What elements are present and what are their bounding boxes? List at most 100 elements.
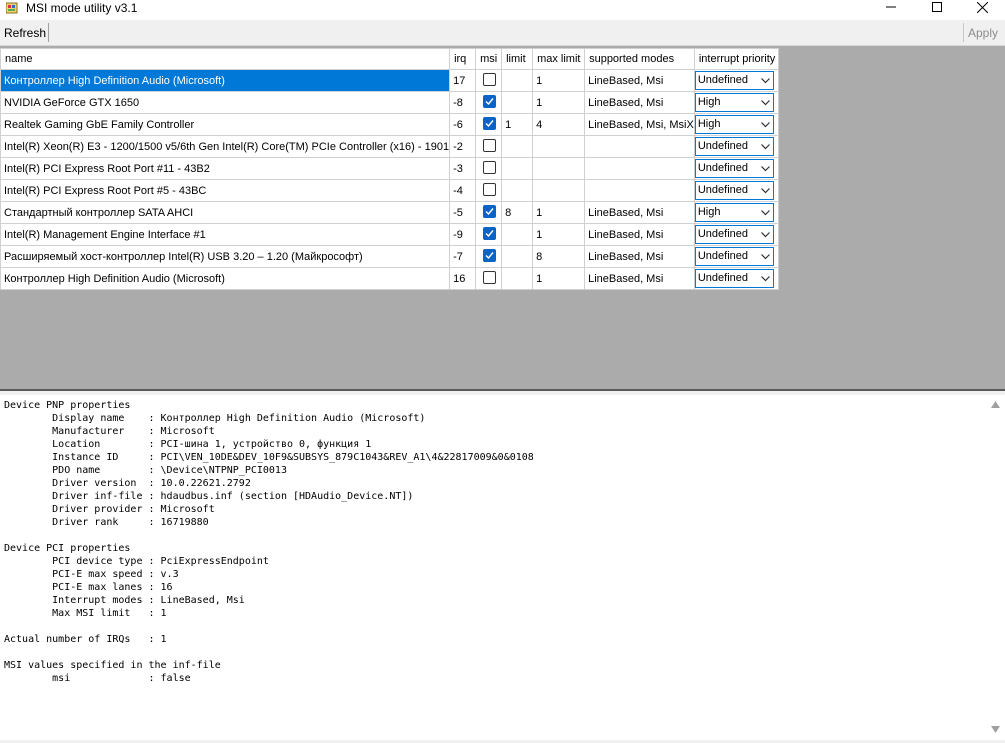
interrupt-priority-dropdown[interactable]: Undefined — [695, 159, 774, 178]
device-name-cell[interactable]: Контроллер High Definition Audio (Micros… — [0, 69, 451, 92]
msi-checkbox[interactable] — [483, 117, 497, 130]
limit-cell[interactable] — [501, 245, 534, 268]
device-name-cell[interactable]: Стандартный контроллер SATA AHCI — [0, 201, 451, 224]
device-name-cell[interactable]: NVIDIA GeForce GTX 1650 — [0, 91, 451, 114]
limit-cell[interactable] — [501, 267, 534, 290]
msi-checkbox[interactable] — [483, 183, 497, 196]
column-header-interrupt-priority[interactable]: interrupt priority — [693, 48, 779, 70]
table-row[interactable]: Контроллер High Definition Audio (Micros… — [0, 69, 779, 92]
table-row[interactable]: Intel(R) Management Engine Interface #1-… — [0, 223, 779, 246]
max-limit-cell: 4 — [532, 113, 586, 136]
msi-checkbox[interactable] — [483, 139, 497, 152]
interrupt-priority-cell: Undefined — [693, 245, 779, 268]
close-button[interactable] — [959, 0, 1005, 16]
msi-checkbox[interactable] — [483, 205, 497, 218]
apply-button[interactable]: Apply — [968, 25, 998, 41]
device-name-cell[interactable]: Intel(R) Management Engine Interface #1 — [0, 223, 451, 246]
msi-checkbox[interactable] — [483, 249, 497, 262]
interrupt-priority-dropdown[interactable]: Undefined — [695, 269, 774, 288]
irq-cell: -3 — [449, 157, 477, 180]
msi-checkbox[interactable] — [483, 161, 497, 174]
irq-cell: -4 — [449, 179, 477, 202]
msi-checkbox[interactable] — [483, 95, 497, 108]
maximize-button[interactable] — [914, 0, 960, 16]
column-header-irq[interactable]: irq — [449, 48, 477, 70]
supported-modes-cell: LineBased, Msi — [584, 69, 695, 92]
interrupt-priority-dropdown[interactable]: Undefined — [695, 71, 774, 90]
chevron-down-icon — [760, 144, 770, 150]
table-row[interactable]: Intel(R) PCI Express Root Port #5 - 43BC… — [0, 179, 779, 202]
column-header-supported-modes[interactable]: supported modes — [584, 48, 695, 70]
limit-cell[interactable] — [501, 91, 534, 114]
msi-checkbox[interactable] — [483, 271, 497, 284]
column-header-limit[interactable]: limit — [501, 48, 534, 70]
property-line: msi : false — [4, 673, 191, 684]
minimize-button[interactable] — [868, 0, 914, 16]
details-scrollbar[interactable] — [986, 395, 1005, 740]
column-header-msi[interactable]: msi — [475, 48, 503, 70]
interrupt-priority-cell: High — [693, 91, 779, 114]
device-name-cell[interactable]: Intel(R) PCI Express Root Port #11 - 43B… — [0, 157, 451, 180]
table-row[interactable]: Стандартный контроллер SATA AHCI -5 8 1 Line… — [0, 201, 779, 224]
scroll-up-icon[interactable] — [991, 401, 1000, 408]
table-row[interactable]: NVIDIA GeForce GTX 1650 -8 1 LineBased, Msi… — [0, 91, 779, 114]
table-row[interactable]: Контроллер High Definition Audio (Micros… — [0, 267, 779, 290]
supported-modes-cell: LineBased, Msi — [584, 245, 695, 268]
interrupt-priority-dropdown[interactable]: Undefined — [695, 181, 774, 200]
limit-cell[interactable] — [501, 179, 534, 202]
interrupt-priority-dropdown[interactable]: Undefined — [695, 137, 774, 156]
limit-cell[interactable]: 8 — [501, 201, 534, 224]
device-name-cell[interactable]: Intel(R) Xeon(R) E3 - 1200/1500 v5/6th G… — [0, 135, 451, 158]
irq-cell: 16 — [449, 267, 477, 290]
interrupt-priority-dropdown[interactable]: High — [695, 203, 774, 222]
property-line: Display name : Контроллер High Definitio… — [4, 413, 426, 424]
table-row[interactable]: Расширяемый хост-контроллер Intel(R) USB… — [0, 245, 779, 268]
msi-checkbox[interactable] — [483, 227, 497, 240]
column-header-name[interactable]: name — [0, 48, 451, 70]
limit-cell[interactable] — [501, 135, 534, 158]
limit-cell[interactable] — [501, 223, 534, 246]
interrupt-priority-dropdown[interactable]: Undefined — [695, 247, 774, 266]
msi-cell — [475, 69, 503, 92]
msi-checkbox[interactable] — [483, 73, 497, 86]
chevron-down-icon — [760, 78, 770, 84]
table-row[interactable]: Intel(R) Xeon(R) E3 - 1200/1500 v5/6th G… — [0, 135, 779, 158]
interrupt-priority-dropdown[interactable]: Undefined — [695, 225, 774, 244]
property-line: Instance ID : PCI\VEN_10DE&DEV_10F9&SUBS… — [4, 452, 534, 463]
refresh-button[interactable]: Refresh — [4, 25, 46, 41]
msi-cell — [475, 157, 503, 180]
interrupt-priority-cell: High — [693, 113, 779, 136]
supported-modes-cell — [584, 179, 695, 202]
device-name-cell[interactable]: Контроллер High Definition Audio (Micros… — [0, 267, 451, 290]
interrupt-priority-dropdown[interactable]: High — [695, 93, 774, 112]
limit-cell[interactable] — [501, 157, 534, 180]
msi-cell — [475, 91, 503, 114]
max-limit-cell: 8 — [532, 245, 586, 268]
priority-value: High — [697, 206, 721, 218]
table-row[interactable]: Realtek Gaming GbE Family Controller -6 1 4… — [0, 113, 779, 136]
table-row[interactable]: Intel(R) PCI Express Root Port #11 - 43B… — [0, 157, 779, 180]
property-line: Driver version : 10.0.22621.2792 — [4, 478, 251, 489]
property-line: Device PCI properties — [4, 543, 131, 554]
limit-cell[interactable] — [501, 69, 534, 92]
max-limit-cell — [532, 157, 586, 180]
device-name-cell[interactable]: Realtek Gaming GbE Family Controller — [0, 113, 451, 136]
interrupt-priority-dropdown[interactable]: High — [695, 115, 774, 134]
interrupt-priority-cell: High — [693, 201, 779, 224]
device-name-cell[interactable]: Intel(R) PCI Express Root Port #5 - 43BC — [0, 179, 451, 202]
msi-cell — [475, 223, 503, 246]
property-line: Driver provider : Microsoft — [4, 504, 215, 515]
check-icon — [485, 252, 494, 260]
column-header-max-limit[interactable]: max limit — [532, 48, 586, 70]
toolbar-separator — [48, 23, 49, 42]
supported-modes-cell: LineBased, Msi — [584, 201, 695, 224]
limit-cell[interactable]: 1 — [501, 113, 534, 136]
max-limit-cell: 1 — [532, 223, 586, 246]
max-limit-cell: 1 — [532, 267, 586, 290]
priority-value: Undefined — [697, 250, 748, 262]
irq-cell: -7 — [449, 245, 477, 268]
check-icon — [485, 120, 494, 128]
title-bar: MSI mode utility v3.1 — [0, 0, 1005, 20]
device-name-cell[interactable]: Расширяемый хост-контроллер Intel(R) USB… — [0, 245, 451, 268]
scroll-down-icon[interactable] — [991, 726, 1000, 733]
